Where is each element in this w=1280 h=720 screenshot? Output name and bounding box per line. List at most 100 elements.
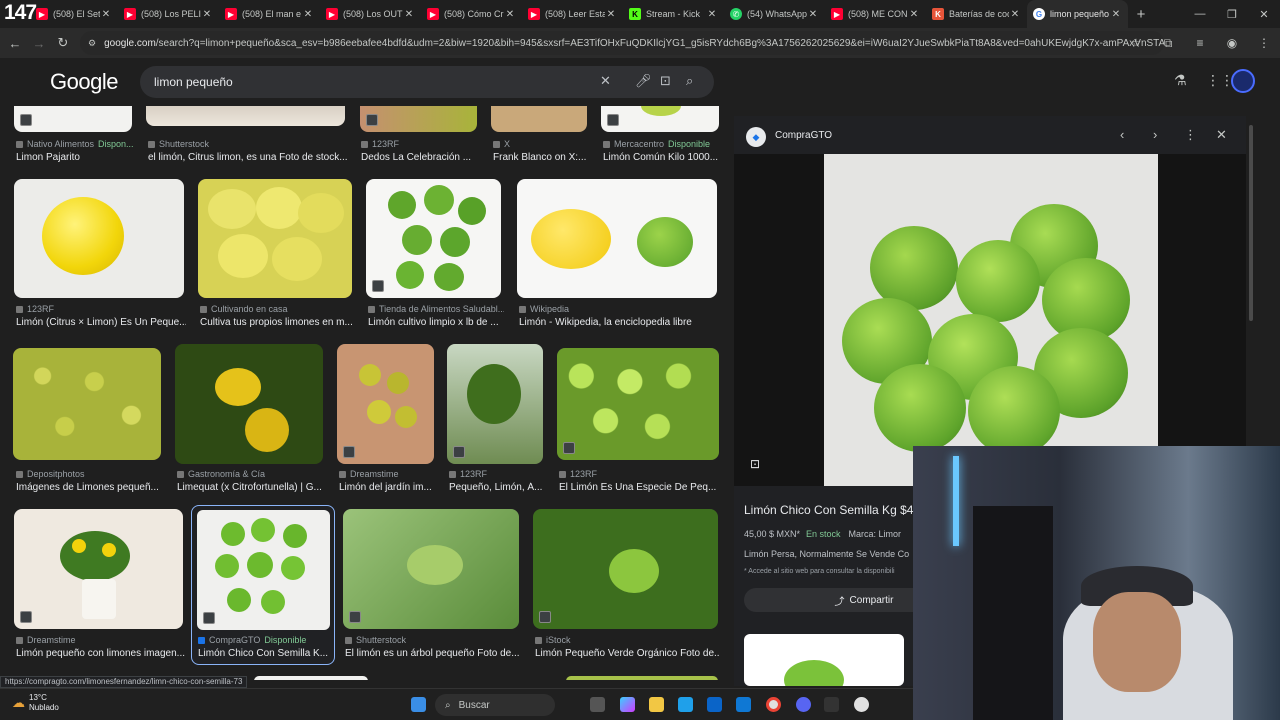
previous-icon[interactable]: ‹ <box>1120 127 1124 142</box>
result-title[interactable]: Limón Pequeño Verde Orgánico Foto de... <box>535 648 720 659</box>
result-title[interactable]: Limón pequeño con limones imagen... <box>16 648 186 659</box>
result-title[interactable]: Limón (Citrus × Limon) Es Un Peque... <box>16 317 186 328</box>
forward-icon[interactable]: → <box>27 36 51 51</box>
close-tab-icon[interactable]: ✕ <box>504 9 516 20</box>
tab[interactable]: ✆ (54) WhatsApp ✕ <box>724 0 825 28</box>
store-icon[interactable] <box>707 697 722 712</box>
close-tab-icon[interactable]: ✕ <box>100 9 112 20</box>
result-title[interactable]: el limón, Citrus limon, es una Foto de s… <box>148 152 348 163</box>
image-result[interactable] <box>343 509 519 629</box>
outlook-icon[interactable] <box>736 697 751 712</box>
lens-search-icon[interactable]: ⊡ <box>750 457 760 471</box>
close-tab-icon[interactable]: ✕ <box>807 9 819 20</box>
related-image[interactable] <box>744 634 904 686</box>
result-title[interactable]: Imágenes de Limones pequeñ... <box>16 482 166 493</box>
close-tab-icon[interactable]: ✕ <box>1009 9 1021 20</box>
image-result[interactable] <box>517 179 717 298</box>
start-icon[interactable] <box>411 697 426 712</box>
edge-icon[interactable] <box>678 697 693 712</box>
maximize-icon[interactable]: ❐ <box>1216 8 1248 21</box>
discord-icon[interactable] <box>796 697 811 712</box>
file-explorer-icon[interactable] <box>649 697 664 712</box>
tab[interactable]: ▶ (508) Los OUT ✕ <box>320 0 421 28</box>
result-title[interactable]: Pequeño, Limón, Á... <box>449 482 549 493</box>
weather-widget[interactable]: ☁ 13°C Nublado <box>12 693 59 713</box>
product-title[interactable]: Limón Chico Con Semilla Kg $45 <box>744 503 920 517</box>
close-tab-icon[interactable]: ✕ <box>1110 9 1122 20</box>
image-result[interactable] <box>14 509 183 629</box>
site-info-icon[interactable]: ⚙ <box>88 38 96 49</box>
result-title[interactable]: Limón cultivo limpio x lb de ... <box>368 317 504 328</box>
search-input[interactable]: limon pequeño ✕ 🎤︎ ⊡ ⌕ <box>140 66 714 98</box>
profile-icon[interactable]: ◉ <box>1216 36 1248 50</box>
tab[interactable]: ▶ (508) ME CON ✕ <box>825 0 926 28</box>
tab[interactable]: K Baterías de coc ✕ <box>926 0 1027 28</box>
panel-scrollbar[interactable] <box>1249 125 1253 321</box>
next-icon[interactable]: › <box>1153 127 1157 142</box>
epic-games-icon[interactable] <box>824 697 839 712</box>
tab-active[interactable]: Glimon pequeño ✕ <box>1027 0 1128 28</box>
result-title[interactable]: Limón - Wikipedia, la enciclopedia libre <box>519 317 719 328</box>
panel-site-name[interactable]: CompraGTO <box>775 130 832 141</box>
image-result[interactable] <box>601 106 719 132</box>
close-tab-icon[interactable]: ✕ <box>908 9 920 20</box>
media-icon[interactable]: ≡ <box>1184 36 1216 50</box>
result-title[interactable]: Limón Común Kilo 1000... <box>603 152 721 163</box>
image-result[interactable] <box>14 179 184 298</box>
image-result[interactable] <box>491 106 587 132</box>
result-title[interactable]: Limón Chico Con Semilla K... <box>198 648 328 659</box>
tab[interactable]: ▶ (508) Cómo Cr ✕ <box>421 0 522 28</box>
result-title[interactable]: Limequat (x Citrofortunella) | G... <box>177 482 325 493</box>
chrome-profile-icon[interactable] <box>854 697 869 712</box>
result-title[interactable]: Dedos La Celebración ... <box>361 152 481 163</box>
result-title[interactable]: Frank Blanco on X:... <box>493 152 589 163</box>
preview-image[interactable] <box>824 154 1158 486</box>
image-result[interactable] <box>146 106 345 126</box>
back-icon[interactable]: ← <box>3 36 27 51</box>
image-result[interactable] <box>566 676 718 680</box>
image-result[interactable] <box>14 106 132 132</box>
close-tab-icon[interactable]: ✕ <box>605 9 617 20</box>
more-options-icon[interactable]: ⋮ <box>1184 127 1197 143</box>
result-title[interactable]: El limón es un árbol pequeño Foto de... <box>345 648 521 659</box>
chrome-icon[interactable] <box>766 697 781 712</box>
close-tab-icon[interactable]: ✕ <box>403 9 415 20</box>
task-view-icon[interactable] <box>590 697 605 712</box>
image-result[interactable] <box>447 344 543 464</box>
image-result[interactable] <box>337 344 434 464</box>
bookmark-star-icon[interactable]: ☆ <box>1120 36 1152 50</box>
close-tab-icon[interactable]: ✕ <box>201 9 213 20</box>
result-title[interactable]: El Limón Es Una Especie De Peq... <box>559 482 721 493</box>
image-result[interactable] <box>198 179 352 298</box>
image-result[interactable] <box>360 106 477 132</box>
google-logo[interactable]: Google <box>50 69 118 95</box>
image-result[interactable] <box>254 676 368 680</box>
result-title[interactable]: Limón del jardín im... <box>339 482 439 493</box>
image-result[interactable] <box>557 348 719 460</box>
tab[interactable]: K Stream - Kick ✕ <box>623 0 724 28</box>
new-tab-button[interactable]: + <box>1128 6 1154 23</box>
extensions-icon[interactable]: ⧉ <box>1152 36 1184 51</box>
reload-icon[interactable]: ↻ <box>51 35 75 51</box>
tab[interactable]: ▶ (508) Leer Esta ✕ <box>522 0 623 28</box>
close-panel-icon[interactable]: ✕ <box>1216 127 1227 143</box>
clear-icon[interactable]: ✕ <box>600 73 611 89</box>
image-result[interactable] <box>533 509 718 629</box>
url-field[interactable]: ⚙ google.com/search?q=limon+pequeño&sca_… <box>80 31 1164 55</box>
search-icon[interactable]: ⌕ <box>686 73 693 89</box>
close-window-icon[interactable]: ✕ <box>1248 8 1280 21</box>
image-result[interactable] <box>13 348 161 460</box>
lens-icon[interactable]: ⊡ <box>660 73 671 89</box>
copilot-icon[interactable] <box>620 697 635 712</box>
avatar[interactable] <box>1231 69 1255 93</box>
labs-icon[interactable]: ⚗ <box>1174 72 1187 89</box>
taskbar-search[interactable]: ⌕ Buscar <box>435 694 555 716</box>
tab[interactable]: ▶(508) Los PELIG✕ <box>118 0 219 28</box>
minimize-icon[interactable]: — <box>1184 8 1216 20</box>
image-result[interactable] <box>175 344 323 464</box>
image-result[interactable] <box>366 179 501 298</box>
microphone-icon[interactable]: 🎤︎ <box>635 73 652 89</box>
tab[interactable]: ▶ (508) El man e ✕ <box>219 0 320 28</box>
close-tab-icon[interactable]: ✕ <box>302 9 314 20</box>
menu-icon[interactable]: ⋮ <box>1248 36 1280 50</box>
